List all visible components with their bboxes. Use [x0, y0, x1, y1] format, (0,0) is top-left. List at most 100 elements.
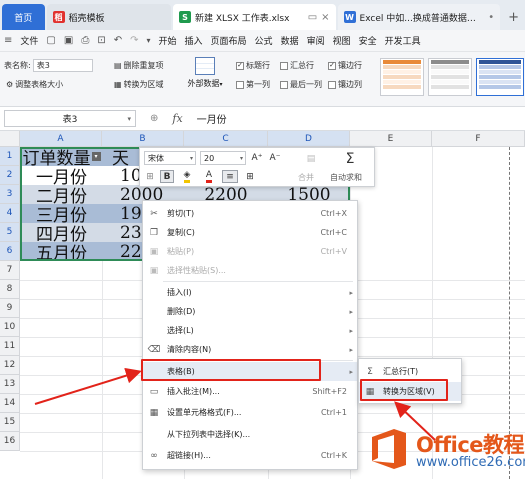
chevron-down-icon[interactable]: ▾ — [127, 115, 131, 123]
row-header-3[interactable]: 3 — [0, 185, 20, 204]
menu-item-format-cells[interactable]: ▦ 设置单元格格式(F)... Ctrl+1 — [143, 403, 357, 422]
column-header-a[interactable]: A — [20, 131, 102, 147]
cell-a3[interactable]: 二月份 — [21, 185, 102, 204]
tab-window-icon[interactable]: ▭ — [308, 12, 317, 23]
menu-item-table[interactable]: 表格(B) ▸ — [143, 362, 357, 381]
column-header-f[interactable]: F — [432, 131, 525, 147]
table-style-blue[interactable] — [476, 58, 524, 96]
folder-icon[interactable]: ▢ — [46, 35, 55, 46]
row-header-11[interactable]: 11 — [0, 337, 20, 356]
banded-rows-checkbox[interactable]: ✓ — [328, 61, 336, 70]
menu-item-delete[interactable]: 删除(D) ▸ — [143, 302, 357, 321]
first-column-option[interactable]: 第一列 — [236, 79, 270, 90]
tab-article[interactable]: W Excel 中如...换成普通数据区域 • — [337, 4, 501, 30]
table-style-orange[interactable] — [380, 58, 424, 96]
menu-item-paste[interactable]: ▣ 粘贴(P) Ctrl+V — [143, 242, 357, 261]
table-style-gray[interactable] — [428, 58, 472, 96]
zoom-icon[interactable]: ⊕ — [150, 113, 158, 124]
row-header-8[interactable]: 8 — [0, 280, 20, 299]
tab-workbook[interactable]: S 新建 XLSX 工作表.xlsx ▭ × — [172, 4, 336, 30]
font-color-button[interactable]: A — [200, 170, 218, 183]
menu-item-select[interactable]: 选择(L) ▸ — [143, 321, 357, 340]
last-column-option[interactable]: 最后一列 — [280, 79, 322, 90]
menu-security[interactable]: 安全 — [359, 34, 377, 47]
hamburger-icon[interactable]: ≡ — [4, 35, 12, 46]
submenu-item-total-row[interactable]: Σ 汇总行(T) — [359, 362, 461, 381]
menu-file[interactable]: 文件 — [20, 34, 38, 47]
menu-item-clear-contents[interactable]: ⌫ 清除内容(N) ▸ — [143, 340, 357, 359]
bold-button[interactable]: B — [160, 170, 174, 183]
table-name-input[interactable]: 表3 — [32, 59, 93, 72]
redo-icon[interactable]: ↷ — [130, 35, 138, 46]
banded-columns-checkbox[interactable] — [328, 80, 336, 89]
cell-a1[interactable]: 订单数量 ▾ — [21, 147, 102, 166]
tab-docer-templates[interactable]: 稻 稻壳模板 — [46, 4, 171, 30]
menu-view[interactable]: 视图 — [333, 34, 351, 47]
decrease-font-button[interactable]: A⁻ — [268, 151, 282, 165]
formula-input[interactable]: 一月份 — [197, 111, 227, 126]
convert-to-range-button[interactable]: ▦ 转换为区域 — [114, 79, 164, 90]
new-tab-icon[interactable]: + — [502, 10, 525, 30]
row-header-7[interactable]: 7 — [0, 261, 20, 280]
total-row-checkbox[interactable] — [280, 61, 288, 70]
first-column-checkbox[interactable] — [236, 80, 244, 89]
align-center-button[interactable]: ≡ — [222, 170, 238, 183]
column-header-e[interactable]: E — [350, 131, 432, 147]
row-header-1[interactable]: 1 — [0, 147, 20, 166]
menu-developer[interactable]: 开发工具 — [385, 34, 421, 47]
menu-insert[interactable]: 插入 — [185, 34, 203, 47]
submenu-item-convert-to-range[interactable]: ▦ 转换为区域(V) — [359, 382, 461, 401]
menu-item-cut[interactable]: ✂ 剪切(T) Ctrl+X — [143, 204, 357, 223]
sum-icon[interactable]: Σ — [342, 150, 358, 168]
print-icon[interactable]: ⎙ — [81, 35, 89, 46]
row-header-5[interactable]: 5 — [0, 223, 20, 242]
fill-color-button[interactable]: ◈ — [178, 170, 196, 183]
font-size-select[interactable]: 20 ▾ — [200, 151, 246, 165]
menu-item-hyperlink[interactable]: ∞ 超链接(H)... Ctrl+K — [143, 446, 357, 465]
row-header-6[interactable]: 6 — [0, 242, 20, 261]
row-header-2[interactable]: 2 — [0, 166, 20, 185]
total-row-option[interactable]: 汇总行 — [280, 60, 314, 71]
row-header-4[interactable]: 4 — [0, 204, 20, 223]
row-header-13[interactable]: 13 — [0, 375, 20, 394]
filter-dropdown-icon[interactable]: ▾ — [91, 152, 101, 161]
remove-duplicates-button[interactable]: ▤ 删除重复项 — [114, 60, 164, 71]
row-header-9[interactable]: 9 — [0, 299, 20, 318]
merge-icon[interactable]: ▤ — [302, 151, 320, 167]
row-header-14[interactable]: 14 — [0, 394, 20, 413]
preview-icon[interactable]: ⊡ — [97, 35, 105, 46]
column-header-c[interactable]: C — [184, 131, 268, 147]
name-box[interactable]: 表3 ▾ — [4, 110, 136, 127]
tab-close-icon[interactable]: × — [321, 12, 329, 23]
external-data-button[interactable]: 外部数据▾ — [184, 57, 226, 101]
cell-a4[interactable]: 三月份 — [21, 204, 102, 223]
menu-review[interactable]: 审阅 — [307, 34, 325, 47]
quick-dropdown-icon[interactable]: ▾ — [146, 36, 150, 45]
menu-item-copy[interactable]: ❐ 复制(C) Ctrl+C — [143, 223, 357, 242]
row-header-12[interactable]: 12 — [0, 356, 20, 375]
header-row-option[interactable]: ✓ 标题行 — [236, 60, 270, 71]
font-name-select[interactable]: 宋体 ▾ — [144, 151, 196, 165]
fx-icon[interactable]: fx — [172, 112, 182, 125]
cell-a6[interactable]: 五月份 — [21, 242, 102, 261]
save-icon[interactable]: ▣ — [64, 35, 73, 46]
row-header-15[interactable]: 15 — [0, 413, 20, 432]
last-column-checkbox[interactable] — [280, 80, 288, 89]
merge-button[interactable]: 合并 — [298, 172, 314, 183]
menu-page-layout[interactable]: 页面布局 — [211, 34, 247, 47]
borders-button[interactable]: ⊞ — [242, 170, 258, 183]
banded-columns-option[interactable]: 镶边列 — [328, 79, 362, 90]
undo-icon[interactable]: ↶ — [114, 35, 122, 46]
increase-font-button[interactable]: A⁺ — [250, 151, 264, 165]
menu-item-paste-special[interactable]: ▣ 选择性粘贴(S)... — [143, 261, 357, 280]
column-header-b[interactable]: B — [102, 131, 184, 147]
menu-formulas[interactable]: 公式 — [255, 34, 273, 47]
menu-item-pick-from-list[interactable]: 从下拉列表中选择(K)... — [143, 425, 357, 444]
header-row-checkbox[interactable]: ✓ — [236, 61, 244, 70]
format-painter-icon[interactable]: ⊞ — [144, 170, 156, 183]
tab-home[interactable]: 首页 — [2, 4, 45, 30]
cell-a5[interactable]: 四月份 — [21, 223, 102, 242]
menu-item-insert[interactable]: 插入(I) ▸ — [143, 283, 357, 302]
row-header-16[interactable]: 16 — [0, 432, 20, 451]
menu-item-insert-comment[interactable]: ▭ 插入批注(M)... Shift+F2 — [143, 382, 357, 401]
